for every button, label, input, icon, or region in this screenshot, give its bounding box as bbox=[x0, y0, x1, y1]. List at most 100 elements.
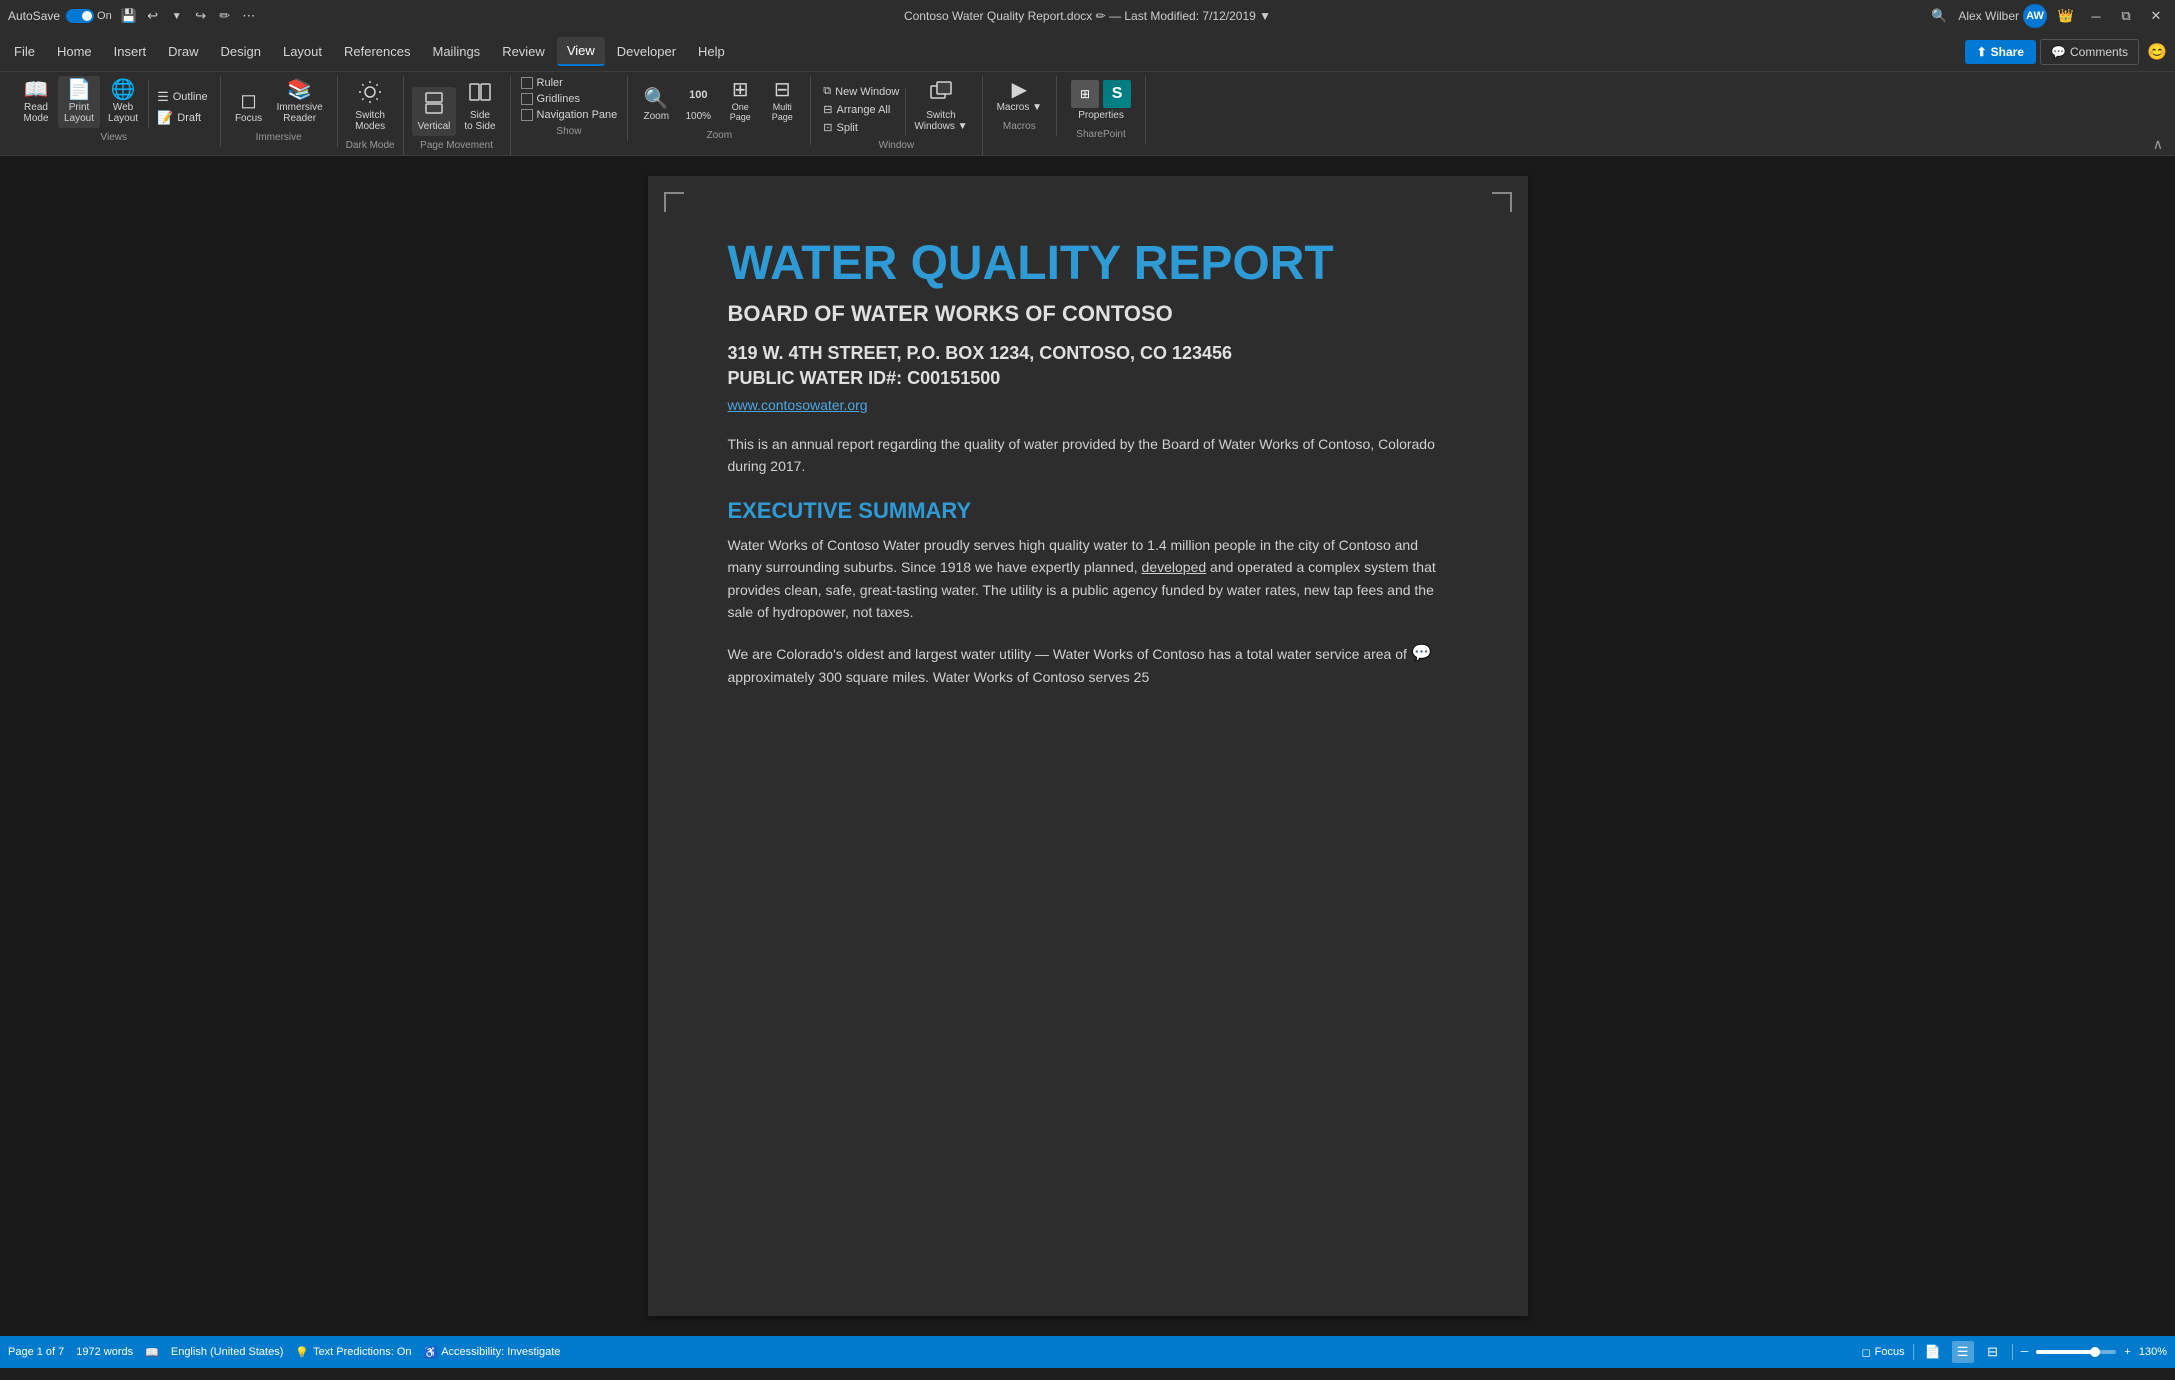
outline-icon: ☰ bbox=[157, 89, 169, 105]
view-mode-web[interactable]: ☰ bbox=[1952, 1341, 1974, 1363]
ruler-checkbox[interactable]: Ruler bbox=[519, 76, 565, 90]
menu-review[interactable]: Review bbox=[492, 38, 555, 65]
text-predictions-status[interactable]: 💡 Text Predictions: On bbox=[295, 1346, 411, 1359]
zoom-button[interactable]: 🔍 Zoom bbox=[636, 85, 676, 126]
draft-button[interactable]: 📝 Draft bbox=[153, 108, 212, 128]
accessibility-icon: ♿ bbox=[424, 1346, 438, 1359]
undo-dropdown-icon[interactable]: ▼ bbox=[166, 5, 188, 27]
sharepoint-properties-label: Properties bbox=[1078, 110, 1124, 121]
menu-design[interactable]: Design bbox=[211, 38, 271, 65]
crown-icon[interactable]: 👑 bbox=[2055, 5, 2077, 27]
document-area[interactable]: WATER QUALITY REPORT BOARD OF WATER WORK… bbox=[0, 156, 2175, 1336]
vertical-button[interactable]: Vertical bbox=[412, 87, 457, 136]
ribbon-group-sharepoint: ⊞ S Properties SharePoint bbox=[1057, 76, 1146, 144]
user-info[interactable]: Alex Wilber AW bbox=[1958, 4, 2047, 28]
menu-help[interactable]: Help bbox=[688, 38, 735, 65]
immersive-reader-button[interactable]: 📚 ImmersiveReader bbox=[271, 76, 329, 128]
user-avatar[interactable]: AW bbox=[2023, 4, 2047, 28]
zoom-items: 🔍 Zoom 100 100% ⊞ OnePage ⊟ MultiPage bbox=[636, 76, 802, 126]
word-count-status[interactable]: 1972 words bbox=[76, 1346, 133, 1358]
accessibility-status[interactable]: ♿ Accessibility: Investigate bbox=[424, 1346, 561, 1359]
language-status[interactable]: English (United States) bbox=[171, 1346, 284, 1358]
autosave-track[interactable] bbox=[66, 9, 94, 23]
gridlines-checkbox[interactable]: Gridlines bbox=[519, 92, 582, 106]
comment-icon[interactable]: 💬 bbox=[1412, 643, 1432, 663]
menu-layout[interactable]: Layout bbox=[273, 38, 332, 65]
menu-file[interactable]: File bbox=[4, 38, 45, 65]
ribbon-collapse-button[interactable]: ∧ bbox=[2149, 134, 2167, 155]
navigation-pane-checkbox[interactable]: Navigation Pane bbox=[519, 108, 620, 122]
share-button[interactable]: ⬆ Share bbox=[1965, 40, 2036, 64]
zoom-percent-display[interactable]: 130% bbox=[2139, 1346, 2167, 1358]
outline-button[interactable]: ☰ Outline bbox=[153, 87, 212, 107]
view-mode-read[interactable]: ⊟ bbox=[1982, 1341, 2004, 1363]
ribbon-group-immersive: ◻ Focus 📚 ImmersiveReader Immersive bbox=[221, 76, 338, 147]
search-icon[interactable]: 🔍 bbox=[1928, 5, 1950, 27]
print-layout-button[interactable]: 📄 PrintLayout bbox=[58, 76, 100, 128]
menu-home[interactable]: Home bbox=[47, 38, 102, 65]
macros-group-label: Macros bbox=[1003, 121, 1036, 132]
menu-view[interactable]: View bbox=[557, 37, 605, 66]
autosave-on-label: On bbox=[97, 10, 112, 22]
split-button[interactable]: ⊡ Split bbox=[819, 119, 903, 136]
menu-references[interactable]: References bbox=[334, 38, 420, 65]
print-layout-icon: 📄 bbox=[67, 80, 92, 100]
gridlines-label: Gridlines bbox=[537, 93, 580, 105]
proofing-status[interactable]: 📖 bbox=[145, 1346, 159, 1359]
feedback-button[interactable]: 😊 bbox=[2143, 38, 2171, 66]
zoom-100-button[interactable]: 100 100% bbox=[678, 77, 718, 126]
read-mode-button[interactable]: 📖 ReadMode bbox=[16, 76, 56, 128]
properties-icon: ⊞ bbox=[1071, 80, 1099, 108]
save-icon[interactable]: 💾 bbox=[118, 5, 140, 27]
document-website-link[interactable]: www.contosowater.org bbox=[728, 397, 1448, 413]
menu-bar: File Home Insert Draw Design Layout Refe… bbox=[0, 32, 2175, 72]
page-info-status[interactable]: Page 1 of 7 bbox=[8, 1346, 64, 1358]
immersive-items: ◻ Focus 📚 ImmersiveReader bbox=[229, 76, 329, 128]
executive-summary-body1: Water Works of Contoso Water proudly ser… bbox=[728, 534, 1448, 624]
zoom-page-button[interactable]: ⊞ OnePage bbox=[720, 76, 760, 126]
side-to-side-button[interactable]: Sideto Side bbox=[458, 76, 501, 136]
menu-insert[interactable]: Insert bbox=[104, 38, 157, 65]
content-area: WATER QUALITY REPORT BOARD OF WATER WORK… bbox=[0, 156, 2175, 1336]
switch-modes-button[interactable]: SwitchModes bbox=[349, 76, 391, 136]
focus-button[interactable]: ◻ Focus bbox=[229, 87, 269, 128]
ribbon-group-views: 📖 ReadMode 📄 PrintLayout 🌐 WebLayout ☰ O… bbox=[8, 76, 221, 147]
more-tools-icon[interactable]: ⋯ bbox=[238, 5, 260, 27]
sharepoint-properties-button[interactable]: ⊞ S Properties bbox=[1065, 76, 1137, 125]
ribbon-group-dark-mode: SwitchModes Dark Mode bbox=[338, 76, 404, 155]
zoom-label: Zoom bbox=[644, 111, 670, 122]
new-window-icon: ⧉ bbox=[823, 85, 831, 98]
read-mode-icon: 📖 bbox=[24, 80, 49, 100]
zoom-out-button[interactable]: ─ bbox=[2021, 1346, 2029, 1358]
menu-mailings[interactable]: Mailings bbox=[423, 38, 491, 65]
document-subtitle: BOARD OF WATER WORKS OF CONTOSO bbox=[728, 301, 1448, 327]
zoom-page-label: OnePage bbox=[730, 102, 751, 122]
autosave-toggle[interactable]: On bbox=[66, 9, 112, 23]
close-button[interactable]: ✕ bbox=[2145, 5, 2167, 27]
switch-windows-button[interactable]: SwitchWindows ▼ bbox=[908, 76, 973, 136]
minimize-button[interactable]: ─ bbox=[2085, 5, 2107, 27]
web-layout-button[interactable]: 🌐 WebLayout bbox=[102, 76, 144, 128]
zoom-slider[interactable] bbox=[2036, 1350, 2116, 1354]
menu-developer[interactable]: Developer bbox=[607, 38, 686, 65]
zoom-in-button[interactable]: + bbox=[2124, 1346, 2130, 1358]
menu-draw[interactable]: Draw bbox=[158, 38, 208, 65]
arrange-all-button[interactable]: ⊟ Arrange All bbox=[819, 101, 903, 118]
new-window-button[interactable]: ⧉ New Window bbox=[819, 83, 903, 100]
switch-modes-icon bbox=[358, 80, 382, 108]
arrange-all-icon: ⊟ bbox=[823, 103, 832, 116]
restore-button[interactable]: ⧉ bbox=[2115, 5, 2137, 27]
zoom-pages-button[interactable]: ⊟ MultiPage bbox=[762, 76, 802, 126]
ribbon-group-show: Ruler Gridlines Navigation Pane Show bbox=[511, 76, 629, 141]
comments-button[interactable]: 💬 Comments bbox=[2040, 39, 2139, 65]
page-corner-tr bbox=[1492, 192, 1512, 212]
macros-button[interactable]: ▶ Macros ▼ bbox=[991, 76, 1048, 117]
focus-mode-button[interactable]: ◻ Focus bbox=[1862, 1346, 1905, 1359]
side-to-side-label: Sideto Side bbox=[464, 110, 495, 132]
track-changes-icon[interactable]: ✏ bbox=[214, 5, 236, 27]
view-mode-print[interactable]: 📄 bbox=[1922, 1341, 1944, 1363]
redo-icon[interactable]: ↪ bbox=[190, 5, 212, 27]
ribbon: 📖 ReadMode 📄 PrintLayout 🌐 WebLayout ☰ O… bbox=[0, 72, 2175, 156]
undo-icon[interactable]: ↩ bbox=[142, 5, 164, 27]
document-main-title: WATER QUALITY REPORT bbox=[728, 236, 1448, 291]
